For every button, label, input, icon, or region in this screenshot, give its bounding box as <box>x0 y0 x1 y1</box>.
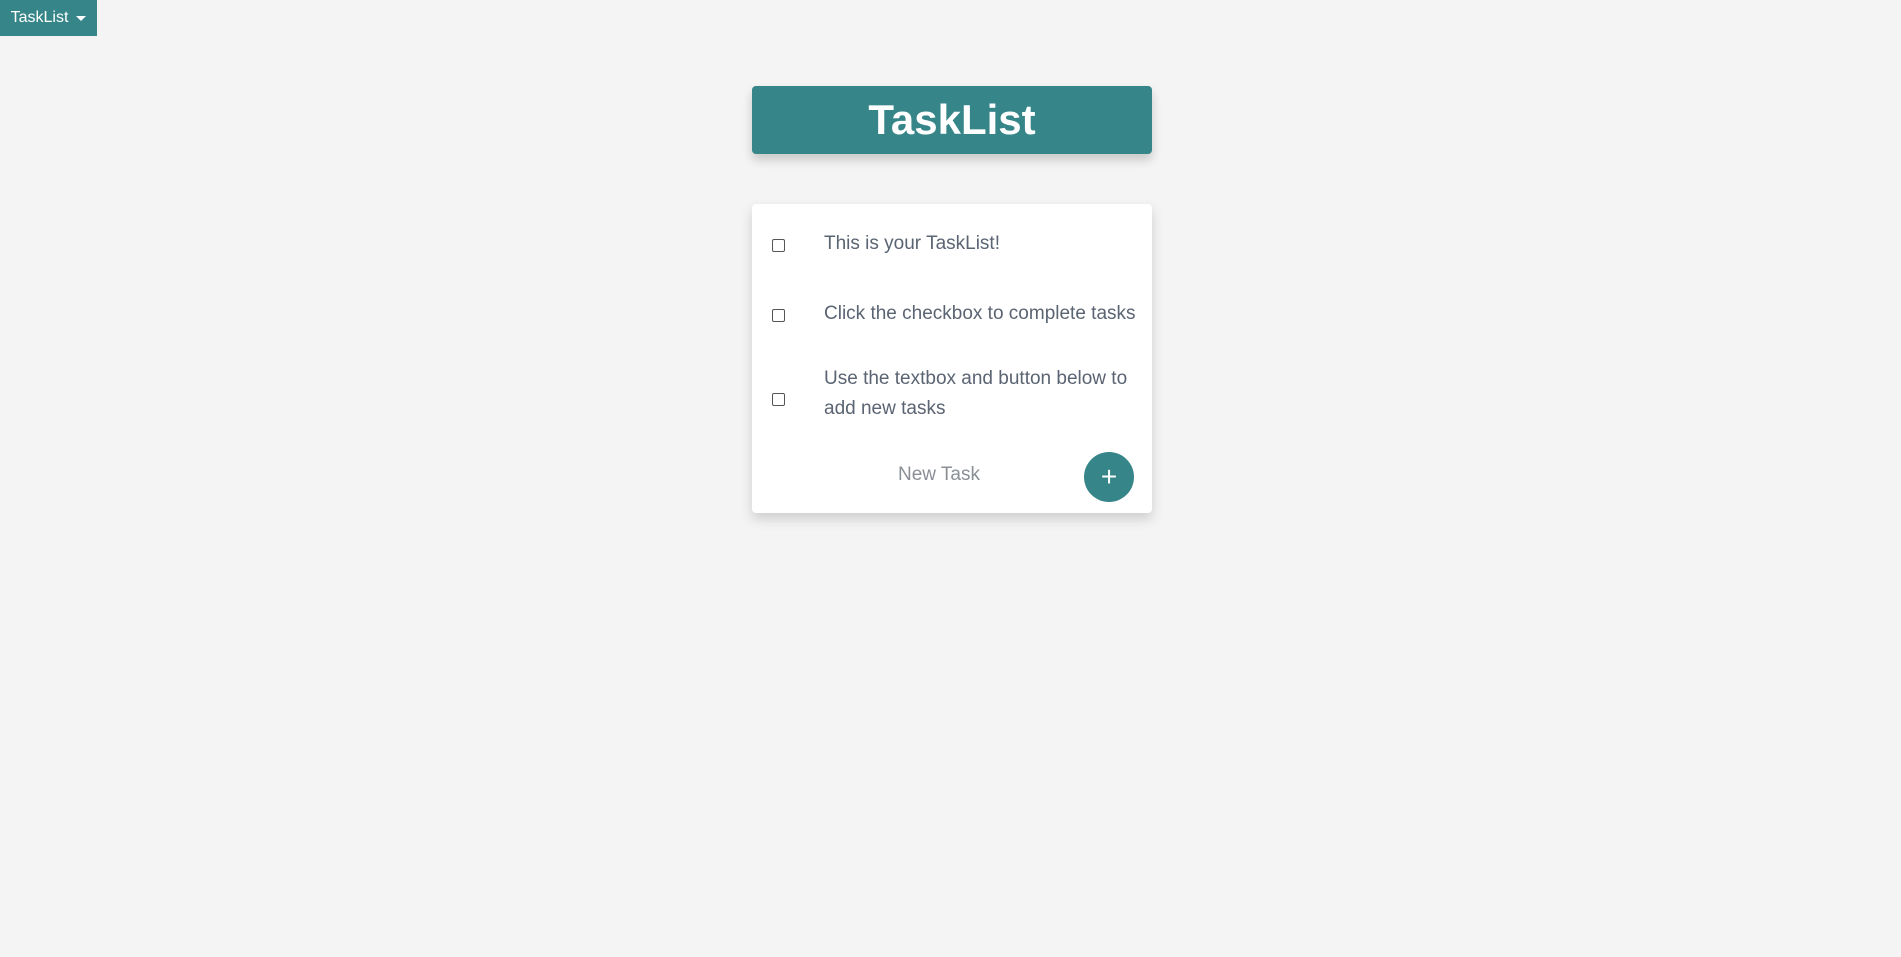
task-item: Use the textbox and button below to add … <box>752 364 1152 424</box>
task-label: Click the checkbox to complete tasks <box>824 303 1136 324</box>
caret-down-icon <box>76 16 87 21</box>
task-checkbox[interactable] <box>772 239 785 252</box>
add-task-button[interactable]: + <box>1084 452 1134 502</box>
tasklist-menu-label: TaskList <box>10 9 69 26</box>
task-checkbox[interactable] <box>772 393 785 406</box>
tasklist-menu-button[interactable]: TaskList <box>0 0 97 36</box>
task-label: Use the textbox and button below to add … <box>824 368 1128 419</box>
new-task-input[interactable] <box>832 457 1046 493</box>
task-label: This is your TaskList! <box>824 233 1000 254</box>
page-title: TaskList <box>752 86 1152 154</box>
task-card: This is your TaskList! Click the checkbo… <box>752 204 1152 513</box>
plus-icon: + <box>1100 461 1118 492</box>
task-item: Click the checkbox to complete tasks <box>752 294 1152 334</box>
task-checkbox[interactable] <box>772 309 785 322</box>
task-item: This is your TaskList! <box>752 224 1152 264</box>
